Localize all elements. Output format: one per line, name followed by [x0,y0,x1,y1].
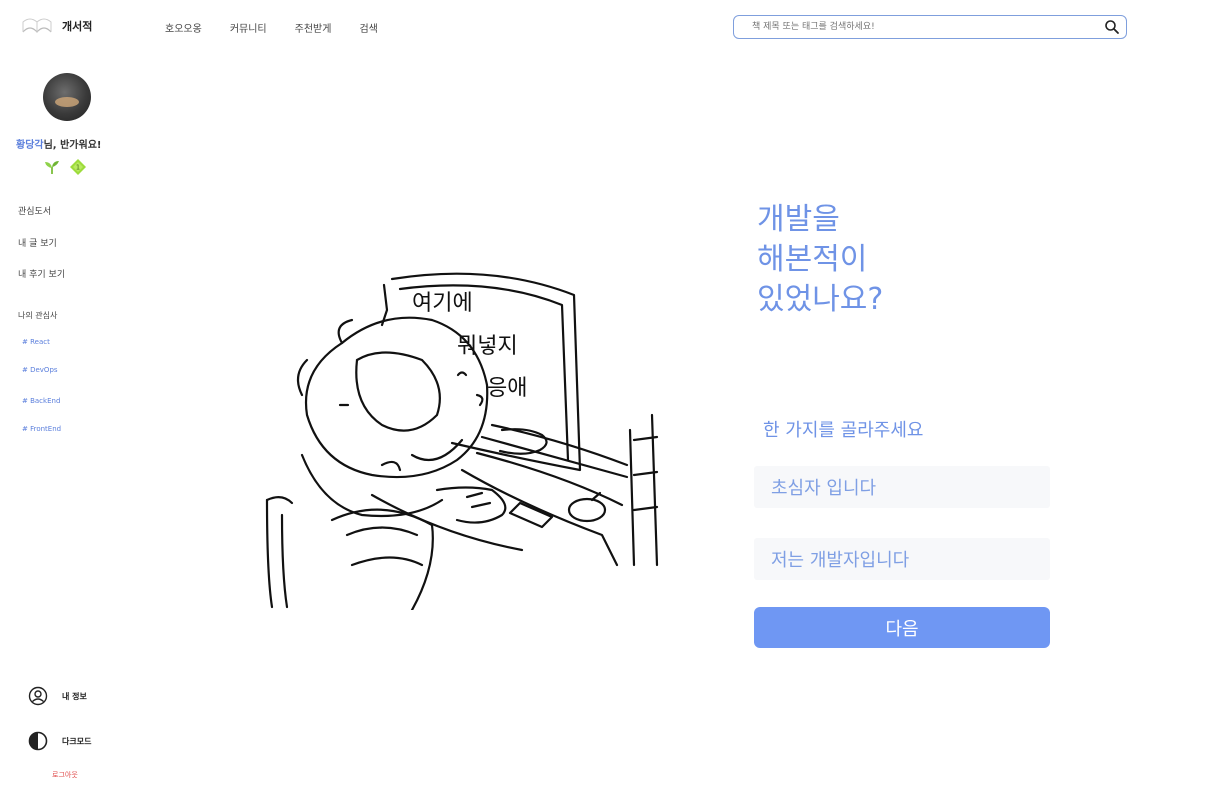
nav-item-search[interactable]: 검색 [359,20,377,35]
greeting: 황당각님, 반가워요! [16,136,101,151]
logo-text: 개서적 [62,20,93,33]
logo[interactable]: 개서적 [20,14,92,38]
sidebar-item-my-posts[interactable]: 내 글 보기 [18,236,57,249]
search-input[interactable] [734,21,1104,33]
headline-line-3: 있었나요? [757,282,884,317]
avatar[interactable] [43,73,91,121]
top-navigation-bar: 개서적 호오오옹 커뮤니티 주천받게 검색 [0,0,1212,56]
dark-mode-toggle[interactable]: 다크모드 [28,731,91,751]
choose-prompt: 한 가지를 골라주세요 [763,420,924,441]
sprout-badge-icon [45,161,59,174]
sidebar: 황당각님, 반가워요! 1 관심도서 내 글 보기 내 후기 보기 나의 관심사… [0,56,140,795]
headline: 개발을 해본적이 있었나요? [757,200,883,320]
contrast-icon [28,731,48,751]
profile-label: 내 정보 [62,691,87,701]
option-beginner-button[interactable]: 초심자 입니다 [754,466,1050,508]
handwriting-line-1: 여기에 [412,291,473,316]
handwriting-line-2: 뭐넣지 [457,334,518,359]
profile-menu-item[interactable]: 내 정보 [28,686,87,706]
handwriting-line-3: 응애 [487,376,527,401]
sidebar-item-my-reviews[interactable]: 내 후기 보기 [18,267,65,280]
search-icon[interactable] [1104,19,1120,35]
tag-frontend[interactable]: # FrontEnd [22,425,61,433]
interest-title: 나의 관심사 [18,311,58,320]
option-developer-button[interactable]: 저는 개발자입니다 [754,538,1050,580]
logout-link[interactable]: 로그아웃 [52,770,78,780]
nav-item-recommend[interactable]: 주천받게 [295,20,332,35]
tag-react[interactable]: # React [22,338,50,346]
greeting-suffix: 님, 반가워요! [43,140,102,151]
svg-text:1: 1 [76,164,80,172]
search-bar [733,15,1127,39]
book-logo-icon [22,18,52,33]
sidebar-item-interest-books[interactable]: 관심도서 [18,204,51,217]
dark-mode-label: 다크모드 [62,736,92,746]
level-badge-icon: 1 [70,159,86,175]
nav-item-community[interactable]: 커뮤니티 [230,20,267,35]
tag-backend[interactable]: # BackEnd [22,397,60,405]
nav-item-home[interactable]: 호오오옹 [165,20,202,35]
developer-drawing-illustration: 여기에 뭐넣지 응애 [265,272,659,610]
next-button[interactable]: 다음 [754,607,1050,648]
tag-devops[interactable]: # DevOps [22,366,58,374]
headline-line-2: 해본적이 [757,242,868,277]
user-icon [28,686,48,706]
headline-line-1: 개발을 [757,202,840,237]
main-nav: 호오오옹 커뮤니티 주천받게 검색 [165,20,378,35]
user-name[interactable]: 황당각 [16,140,44,151]
badge-list: 1 [43,158,87,176]
